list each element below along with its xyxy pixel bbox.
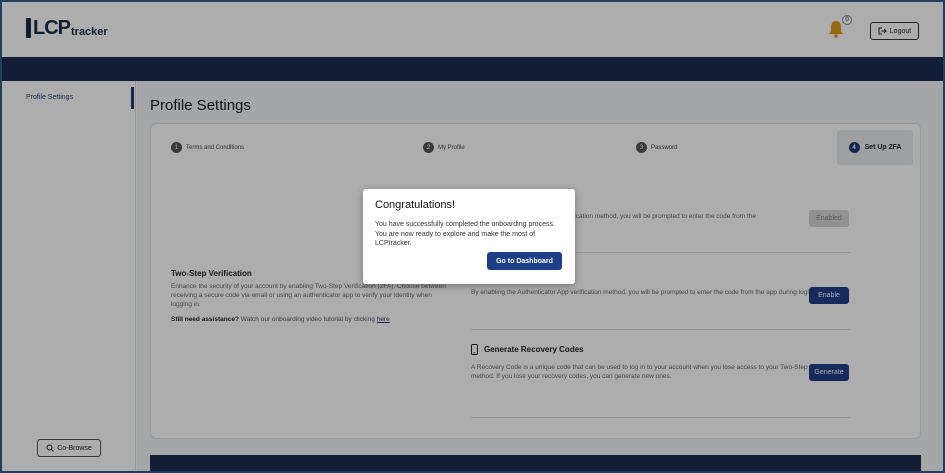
congratulations-dialog: Congratulations! You have successfully c… [363, 189, 575, 284]
dialog-message: You have successfully completed the onbo… [375, 221, 555, 247]
go-to-dashboard-button[interactable]: Go to Dashboard [487, 252, 562, 270]
dialog-title: Congratulations! [375, 199, 456, 211]
